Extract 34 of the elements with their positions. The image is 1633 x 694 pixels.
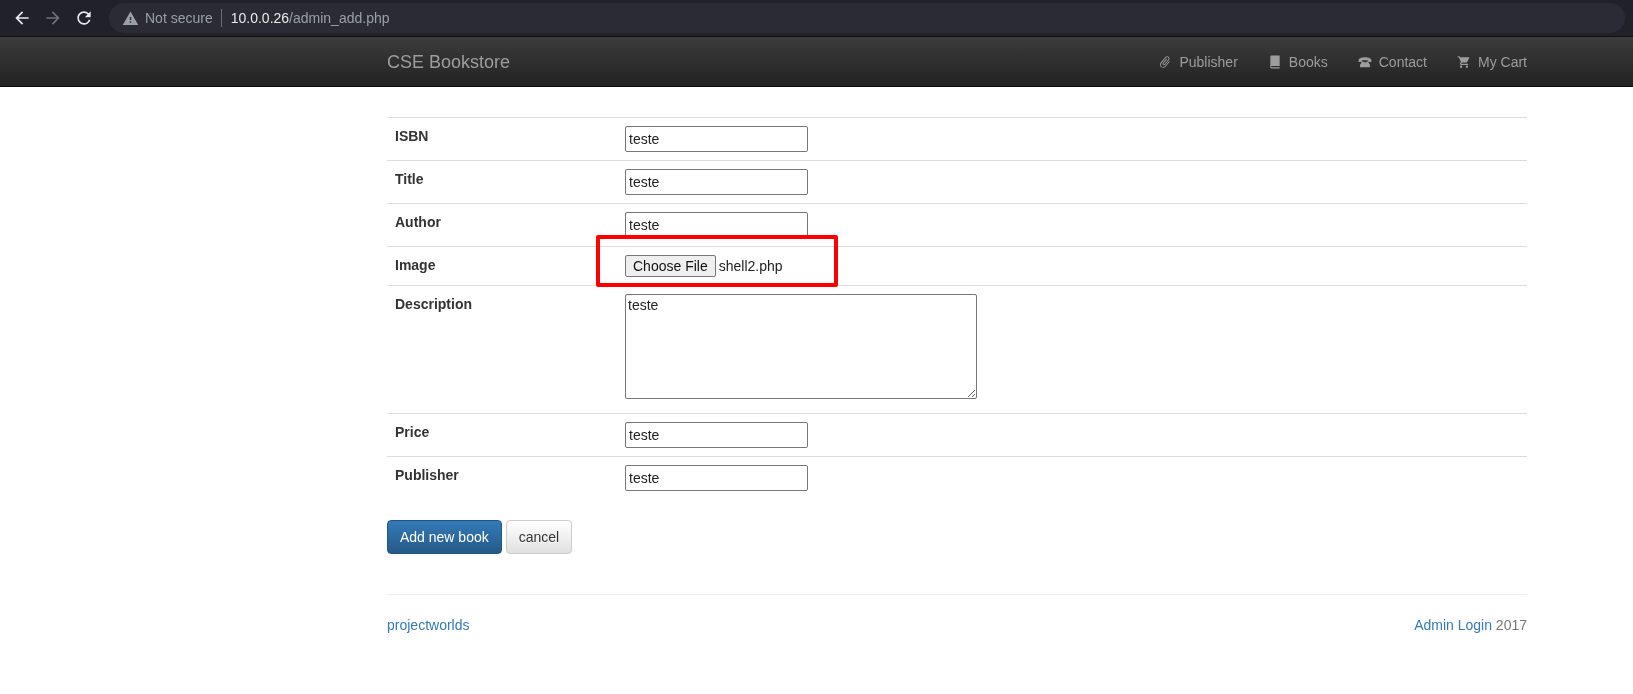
text-input[interactable]: teste (625, 465, 808, 491)
field-label: Author (395, 214, 441, 230)
paperclip-icon (1158, 54, 1173, 69)
textarea-field[interactable]: teste (625, 294, 977, 399)
choose-file-button[interactable]: Choose File (625, 255, 716, 277)
field-label: Publisher (395, 467, 459, 483)
telephone-icon (1357, 54, 1372, 69)
admin-login-link[interactable]: Admin Login (1414, 615, 1492, 635)
nav-link[interactable]: Books (1252, 37, 1343, 86)
cart-icon (1457, 54, 1471, 69)
text-input[interactable]: teste (625, 169, 808, 195)
field-label: Image (395, 257, 436, 273)
book-icon (1267, 54, 1282, 69)
warning-icon (122, 9, 139, 27)
reload-icon (74, 8, 94, 28)
nav-link[interactable]: My Cart (1442, 37, 1542, 86)
field-label: Description (395, 296, 472, 312)
address-bar[interactable]: Not secure 10.0.0.26/admin_add.php (109, 3, 1625, 33)
year-text: 2017 (1494, 616, 1527, 635)
field-label: ISBN (395, 128, 429, 144)
nav-link[interactable]: Contact (1342, 37, 1442, 86)
field-label: Price (395, 424, 430, 440)
brand-link[interactable]: CSE Bookstore (387, 37, 511, 86)
file-name-text: shell2.php (718, 257, 783, 276)
security-label: Not secure (145, 10, 213, 26)
text-input[interactable]: teste (625, 212, 808, 238)
footer-link[interactable]: projectworlds (387, 615, 470, 635)
field-label: Title (395, 171, 424, 187)
nav-link[interactable]: Publisher (1143, 37, 1253, 86)
text-input[interactable]: teste (625, 126, 808, 152)
add-book-button[interactable]: Add new book (387, 520, 502, 554)
url-text: 10.0.0.26/admin_add.php (230, 10, 390, 26)
text-input[interactable]: teste (625, 422, 808, 448)
cancel-button[interactable]: cancel (505, 520, 573, 554)
